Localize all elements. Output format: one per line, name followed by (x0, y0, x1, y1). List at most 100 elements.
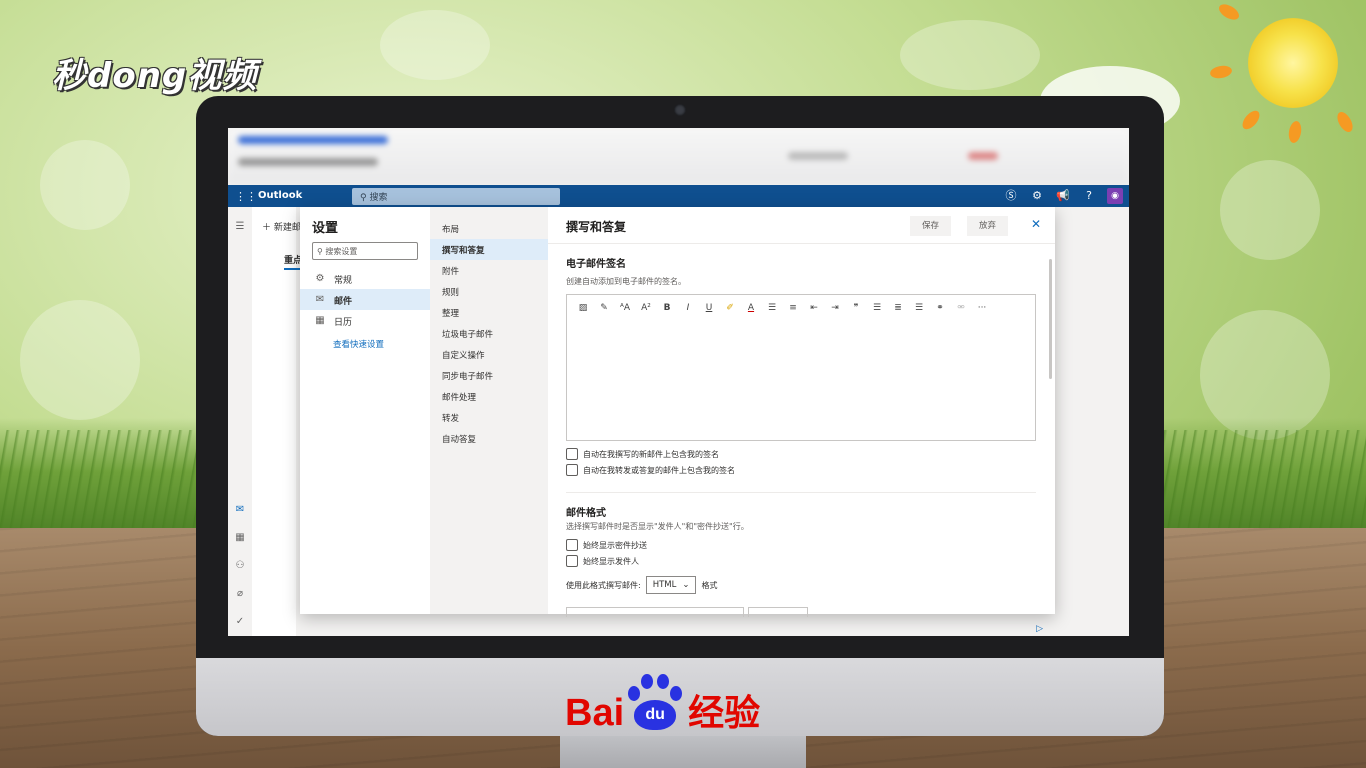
sun-ray (1216, 1, 1242, 23)
checkbox[interactable] (566, 539, 578, 551)
link-icon[interactable]: ⚭ (934, 302, 946, 314)
superscript-icon[interactable]: A² (640, 302, 652, 314)
increase-indent-icon[interactable]: ⇥ (829, 302, 841, 314)
always-show-from-option[interactable]: 始终显示发件人 (566, 555, 639, 567)
people-icon[interactable]: ⚇ (234, 560, 246, 572)
help-icon[interactable]: ? (1081, 188, 1097, 204)
subcategory-message-handling[interactable]: 邮件处理 (430, 386, 548, 407)
checkbox[interactable] (566, 555, 578, 567)
todo-icon[interactable]: ✓ (234, 616, 246, 628)
outlook-topbar: ⋮⋮ Outlook ⚲ 搜索 Ⓢ ⚙ 📢 ? ◉ (228, 185, 1129, 207)
calendar-icon[interactable]: ▦ (234, 532, 246, 544)
mail-icon[interactable]: ✉ (234, 504, 246, 516)
checkbox[interactable] (566, 448, 578, 460)
subcategory-rules[interactable]: 规则 (430, 281, 548, 302)
subcategory-sweep[interactable]: 整理 (430, 302, 548, 323)
bokeh-light (380, 10, 490, 80)
close-icon[interactable]: ✕ (1031, 217, 1041, 231)
new-mail-button[interactable]: ＋ 新建邮 (262, 220, 301, 233)
chevron-down-icon: ⌄ (682, 580, 690, 590)
unlink-icon[interactable]: ⚮ (955, 302, 967, 314)
bokeh-light (1220, 160, 1320, 260)
font-size-icon[interactable]: ᴬA (619, 302, 631, 314)
skype-icon[interactable]: Ⓢ (1003, 188, 1019, 204)
send-icon[interactable]: ▷ (1036, 624, 1043, 634)
attachment-icon[interactable]: ⌀ (234, 588, 246, 600)
format-section-desc: 选择撰写邮件时是否显示"发件人"和"密件抄送"行。 (566, 522, 749, 531)
section-divider (566, 492, 1036, 493)
subcategory-automatic-replies[interactable]: 自动答复 (430, 428, 548, 449)
signature-editor[interactable]: ▨ ✎ ᴬA A² B I U ✐ A ☰ ≡ ⇤ ⇥ ❞ ☰ ≣ ☰ ⚭ ⚮ … (566, 294, 1036, 441)
left-rail: ☰ ✉ ▦ ⚇ ⌀ ✓ (228, 207, 252, 636)
sun-icon (1248, 18, 1338, 108)
panel-scrollbar[interactable] (1049, 259, 1052, 379)
topbar-icons: Ⓢ ⚙ 📢 ? ◉ (1003, 188, 1123, 204)
gear-icon[interactable]: ⚙ (1029, 188, 1045, 204)
app-launcher-icon[interactable]: ⋮⋮ (235, 190, 257, 203)
baidu-text: Bai (565, 692, 625, 734)
font-color-icon[interactable]: A (745, 302, 757, 314)
align-center-icon[interactable]: ≣ (892, 302, 904, 314)
compose-format-select[interactable]: HTML ⌄ (645, 576, 697, 594)
align-left-icon[interactable]: ☰ (871, 302, 883, 314)
settings-category-mail[interactable]: ✉ 邮件 (300, 289, 430, 310)
image-icon[interactable]: ▨ (577, 302, 589, 314)
bokeh-light (40, 140, 130, 230)
webcam (674, 104, 686, 116)
numbered-list-icon[interactable]: ≡ (787, 302, 799, 314)
subcategory-sync-email[interactable]: 同步电子邮件 (430, 365, 548, 386)
avatar[interactable]: ◉ (1107, 188, 1123, 204)
compose-format-label: 使用此格式撰写邮件: (566, 580, 641, 590)
settings-category-general[interactable]: ⚙ 常规 (300, 268, 430, 289)
settings-dialog: 设置 ⚲ 搜索设置 ⚙ 常规 ✉ 邮件 ▦ 日历 查看快速设置 布局 撰写和答复 附件… (300, 207, 1055, 617)
hamburger-icon[interactable]: ☰ (234, 221, 246, 233)
megaphone-icon[interactable]: 📢 (1055, 188, 1071, 204)
italic-icon[interactable]: I (682, 302, 694, 314)
mail-search-input[interactable]: ⚲ 搜索 (352, 188, 560, 205)
jingyan-text: 经验 (688, 693, 761, 734)
sun-ray (1209, 64, 1233, 80)
miaodong-logo: 秒dong视频 (52, 56, 258, 96)
discard-button[interactable]: 放弃 (967, 216, 1009, 236)
settings-categories: 设置 ⚲ 搜索设置 ⚙ 常规 ✉ 邮件 ▦ 日历 查看快速设置 (300, 207, 430, 614)
mail-icon: ✉ (315, 294, 325, 305)
header-divider (548, 243, 1055, 244)
bokeh-light (20, 300, 140, 420)
underline-icon[interactable]: U (703, 302, 715, 314)
editor-toolbar: ▨ ✎ ᴬA A² B I U ✐ A ☰ ≡ ⇤ ⇥ ❞ ☰ ≣ ☰ ⚭ ⚮ … (577, 302, 988, 314)
font-size-select-cutoff[interactable] (748, 607, 808, 617)
settings-category-calendar[interactable]: ▦ 日历 (300, 310, 430, 331)
save-button[interactable]: 保存 (910, 216, 952, 236)
checkbox[interactable] (566, 464, 578, 476)
view-quick-settings-link[interactable]: 查看快速设置 (333, 338, 384, 350)
subcategory-layout[interactable]: 布局 (430, 218, 548, 239)
subcategory-attachments[interactable]: 附件 (430, 260, 548, 281)
compose-format-row: 使用此格式撰写邮件: HTML ⌄ 格式 (566, 576, 717, 594)
calendar-icon: ▦ (315, 315, 325, 326)
always-show-bcc-option[interactable]: 始终显示密件抄送 (566, 539, 647, 551)
more-options-icon[interactable]: ··· (976, 302, 988, 314)
align-right-icon[interactable]: ☰ (913, 302, 925, 314)
signature-new-messages-option[interactable]: 自动在我撰写的新邮件上包含我的签名 (566, 448, 719, 460)
subcategory-forwarding[interactable]: 转发 (430, 407, 548, 428)
sun-ray (1287, 120, 1303, 144)
sun-ray (1334, 109, 1356, 135)
format-section-title: 邮件格式 (566, 508, 606, 519)
settings-title: 设置 (312, 221, 339, 236)
subcategory-compose-reply[interactable]: 撰写和答复 (430, 239, 548, 260)
outlook-brand[interactable]: Outlook (258, 190, 302, 201)
format-painter-icon[interactable]: ✎ (598, 302, 610, 314)
subcategory-custom-actions[interactable]: 自定义操作 (430, 344, 548, 365)
decrease-indent-icon[interactable]: ⇤ (808, 302, 820, 314)
bold-icon[interactable]: B (661, 302, 673, 314)
bokeh-light (900, 20, 1040, 90)
quote-icon[interactable]: ❞ (850, 302, 862, 314)
font-select-cutoff[interactable] (566, 607, 744, 617)
bulleted-list-icon[interactable]: ☰ (766, 302, 778, 314)
browser-chrome-blurred (228, 128, 1129, 185)
signature-section-desc: 创建自动添加到电子邮件的签名。 (566, 277, 686, 286)
settings-search-input[interactable]: ⚲ 搜索设置 (312, 242, 418, 260)
highlight-icon[interactable]: ✐ (724, 302, 736, 314)
subcategory-junk-email[interactable]: 垃圾电子邮件 (430, 323, 548, 344)
signature-replies-option[interactable]: 自动在我转发或答复的邮件上包含我的签名 (566, 464, 735, 476)
